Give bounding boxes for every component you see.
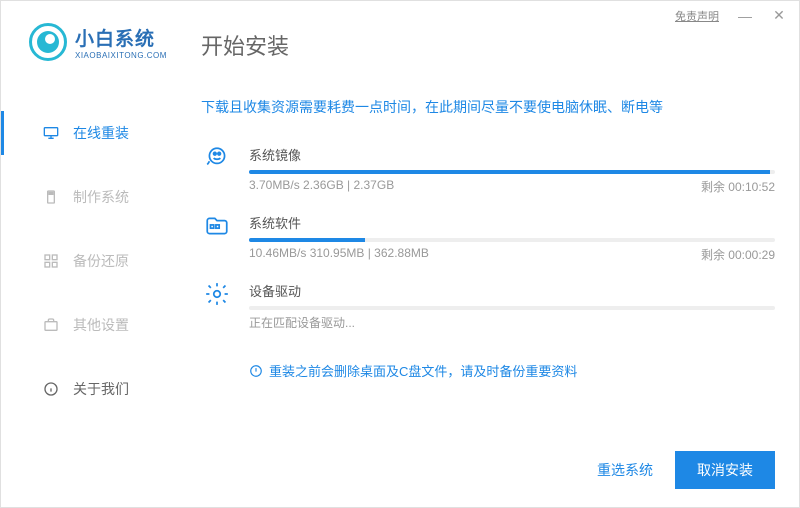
page-title: 开始安装 [201,29,775,61]
gear-icon [201,281,233,331]
cancel-button[interactable]: 取消安装 [675,451,775,489]
sidebar-item-label: 在线重装 [73,123,129,143]
sidebar-item-label: 关于我们 [73,379,129,399]
sidebar-item-settings[interactable]: 其他设置 [1,303,171,347]
grid-icon [43,253,59,269]
sidebar-item-label: 备份还原 [73,251,129,271]
warning-text: 重装之前会删除桌面及C盘文件，请及时备份重要资料 [269,361,577,380]
sidebar: 在线重装 制作系统 备份还原 其他设置 关于我们 [1,111,171,431]
task-remaining: 剩余 00:10:52 [701,178,775,195]
task-row: 系统软件 10.46MB/s 310.95MB | 362.88MB 剩余 00… [201,213,775,263]
task-row: 系统镜像 3.70MB/s 2.36GB | 2.37GB 剩余 00:10:5… [201,145,775,195]
logo-title: 小白系统 [75,24,167,51]
task-list: 系统镜像 3.70MB/s 2.36GB | 2.37GB 剩余 00:10:5… [201,145,775,331]
task-speed: 10.46MB/s 310.95MB | 362.88MB [249,246,429,263]
app-logo: 小白系统 XIAOBAIXITONG.COM [29,23,167,61]
progress-bar [249,238,775,242]
warning-message: 重装之前会删除桌面及C盘文件，请及时备份重要资料 [249,361,775,380]
sidebar-item-about[interactable]: 关于我们 [1,367,171,411]
progress-bar [249,306,775,310]
reselect-button[interactable]: 重选系统 [597,460,653,480]
minimize-icon[interactable]: — [737,8,753,24]
sidebar-item-label: 其他设置 [73,315,129,335]
software-icon [201,213,233,263]
image-icon [201,145,233,195]
task-name: 系统镜像 [249,145,775,164]
sidebar-item-make[interactable]: 制作系统 [1,175,171,219]
task-name: 设备驱动 [249,281,775,300]
task-status: 正在匹配设备驱动... [249,314,775,331]
logo-icon [29,23,67,61]
notice-text: 下载且收集资源需要耗费一点时间，在此期间尽量不要使电脑休眠、断电等 [201,97,775,117]
briefcase-icon [43,317,59,333]
usb-icon [43,189,59,205]
disclaimer-link[interactable]: 免责声明 [675,8,719,24]
sidebar-item-label: 制作系统 [73,187,129,207]
logo-subtitle: XIAOBAIXITONG.COM [75,51,167,60]
info-icon [43,381,59,397]
close-icon[interactable]: ✕ [771,7,787,24]
sidebar-item-reinstall[interactable]: 在线重装 [1,111,171,155]
task-row: 设备驱动 正在匹配设备驱动... [201,281,775,331]
alert-icon [249,364,263,378]
sidebar-item-backup[interactable]: 备份还原 [1,239,171,283]
progress-bar [249,170,775,174]
task-remaining: 剩余 00:00:29 [701,246,775,263]
task-name: 系统软件 [249,213,775,232]
monitor-icon [43,125,59,141]
task-speed: 3.70MB/s 2.36GB | 2.37GB [249,178,394,195]
